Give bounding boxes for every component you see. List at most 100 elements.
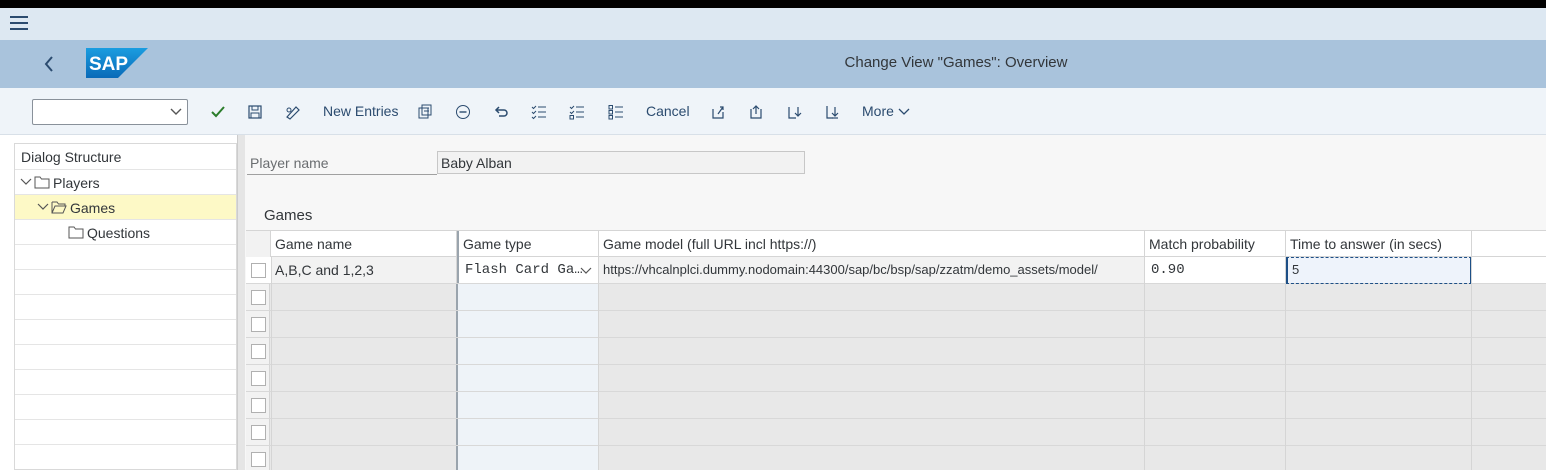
column-divider [598, 257, 599, 470]
column-header-game-name[interactable]: Game name [271, 231, 457, 257]
column-divider [1285, 257, 1286, 470]
column-divider [271, 257, 272, 470]
last-page-icon [826, 106, 839, 119]
game-model-cell[interactable]: https://vhcalnplci.dummy.nodomain:44300/… [599, 257, 1145, 283]
menu-bar [0, 8, 1546, 40]
chevron-down-icon[interactable] [20, 177, 32, 187]
table-row [246, 446, 1546, 470]
column-header-time-to-answer[interactable]: Time to answer (in secs) [1286, 231, 1472, 257]
tree-empty-row [15, 245, 236, 270]
select-all-button[interactable] [529, 100, 549, 124]
previous-page-button[interactable] [746, 100, 766, 124]
dialog-structure-header: Dialog Structure [15, 144, 236, 170]
folder-icon [68, 226, 84, 239]
row-checkbox[interactable] [251, 398, 266, 413]
row-checkbox[interactable] [251, 452, 266, 467]
table-row [246, 392, 1546, 419]
deselect-all-button[interactable] [606, 100, 626, 124]
column-divider [1144, 257, 1145, 470]
select-all-rows-cell[interactable] [246, 231, 271, 257]
page-up-icon [750, 105, 762, 119]
more-menu-button[interactable]: More [862, 103, 910, 119]
tree-empty-row [15, 395, 236, 420]
table-row [246, 284, 1546, 311]
export-up-icon [712, 106, 724, 119]
column-header-game-model[interactable]: Game model (full URL incl https://) [599, 231, 1145, 257]
column-header-game-type[interactable]: Game type [457, 231, 599, 257]
chevron-down-icon[interactable] [580, 266, 592, 276]
first-page-button[interactable] [708, 100, 728, 124]
table-row [246, 338, 1546, 365]
table-row [246, 365, 1546, 392]
delete-button[interactable] [453, 100, 473, 124]
tree-item-label: Games [70, 200, 116, 216]
chevron-down-icon [898, 108, 910, 116]
select-all-icon [531, 105, 546, 120]
table-row[interactable]: A,B,C and 1,2,3 Flash Card Ga… https://v… [246, 257, 1546, 284]
column-header-match-probability[interactable]: Match probability [1145, 231, 1286, 257]
game-type-value: Flash Card Ga… [465, 262, 583, 278]
main-content: Player name Baby Alban Games Game name G… [245, 135, 1546, 470]
select-block-button[interactable] [567, 100, 587, 124]
label-underline [247, 174, 437, 175]
pencil-glasses-icon [286, 106, 300, 120]
display-change-button[interactable] [282, 100, 304, 124]
command-field[interactable] [32, 99, 188, 125]
tree-empty-row [15, 345, 236, 370]
row-checkbox[interactable] [251, 317, 266, 332]
chevron-down-icon[interactable] [37, 202, 49, 212]
column-divider [1471, 257, 1472, 470]
undo-icon [494, 106, 508, 117]
new-entries-button[interactable]: New Entries [323, 103, 398, 119]
checkmark-icon [211, 106, 225, 118]
top-bar [0, 0, 1546, 8]
row-checkbox[interactable] [251, 371, 266, 386]
tree-item-players[interactable]: Players [15, 170, 236, 195]
panel-splitter[interactable] [237, 135, 245, 470]
next-page-button[interactable] [784, 100, 804, 124]
row-checkbox[interactable] [251, 290, 266, 305]
page-down-icon [788, 107, 802, 119]
hamburger-menu-icon[interactable] [10, 16, 28, 32]
tree-item-label: Players [53, 175, 100, 191]
tree-empty-row [15, 420, 236, 445]
undo-button[interactable] [491, 100, 511, 124]
row-checkbox[interactable] [251, 425, 266, 440]
select-block-icon [569, 105, 584, 120]
tree-item-questions[interactable]: Questions [15, 220, 236, 245]
save-button[interactable] [245, 100, 265, 124]
match-probability-input[interactable]: 0.90 [1145, 257, 1286, 283]
time-to-answer-input[interactable]: 5 [1286, 257, 1472, 283]
table-row [246, 419, 1546, 446]
folder-icon [34, 176, 50, 189]
open-folder-icon [51, 201, 67, 214]
chevron-down-icon[interactable] [169, 104, 183, 118]
games-table: Game name Game type Game model (full URL… [246, 230, 1546, 470]
more-label: More [862, 103, 894, 119]
application-toolbar: New Entries Cancel More [0, 88, 1546, 135]
tree-empty-row [15, 370, 236, 395]
shell-header: SAP Change View "Games": Overview [0, 40, 1546, 88]
tree-empty-row [15, 320, 236, 345]
save-icon [248, 105, 262, 119]
page-title: Change View "Games": Overview [844, 54, 1068, 71]
row-checkbox[interactable] [251, 263, 266, 278]
game-type-select[interactable]: Flash Card Ga… [457, 257, 599, 283]
row-checkbox[interactable] [251, 344, 266, 359]
games-section-title: Games [264, 207, 313, 224]
tree-item-label: Questions [87, 225, 151, 241]
cancel-button[interactable]: Cancel [646, 103, 690, 119]
table-header: Game name Game type Game model (full URL… [246, 230, 1546, 257]
deselect-all-icon [608, 105, 623, 120]
copy-icon [418, 104, 432, 119]
dialog-structure-panel: Dialog Structure Players Games Questions [14, 143, 237, 470]
copy-as-button[interactable] [415, 100, 435, 124]
minus-circle-icon [456, 105, 470, 119]
player-name-field: Baby Alban [437, 151, 805, 174]
player-name-label: Player name [250, 155, 329, 171]
game-name-cell[interactable]: A,B,C and 1,2,3 [271, 257, 457, 283]
table-row [246, 311, 1546, 338]
enter-checkmark-button[interactable] [208, 100, 228, 124]
last-page-button[interactable] [822, 100, 842, 124]
tree-item-games[interactable]: Games [15, 195, 236, 220]
